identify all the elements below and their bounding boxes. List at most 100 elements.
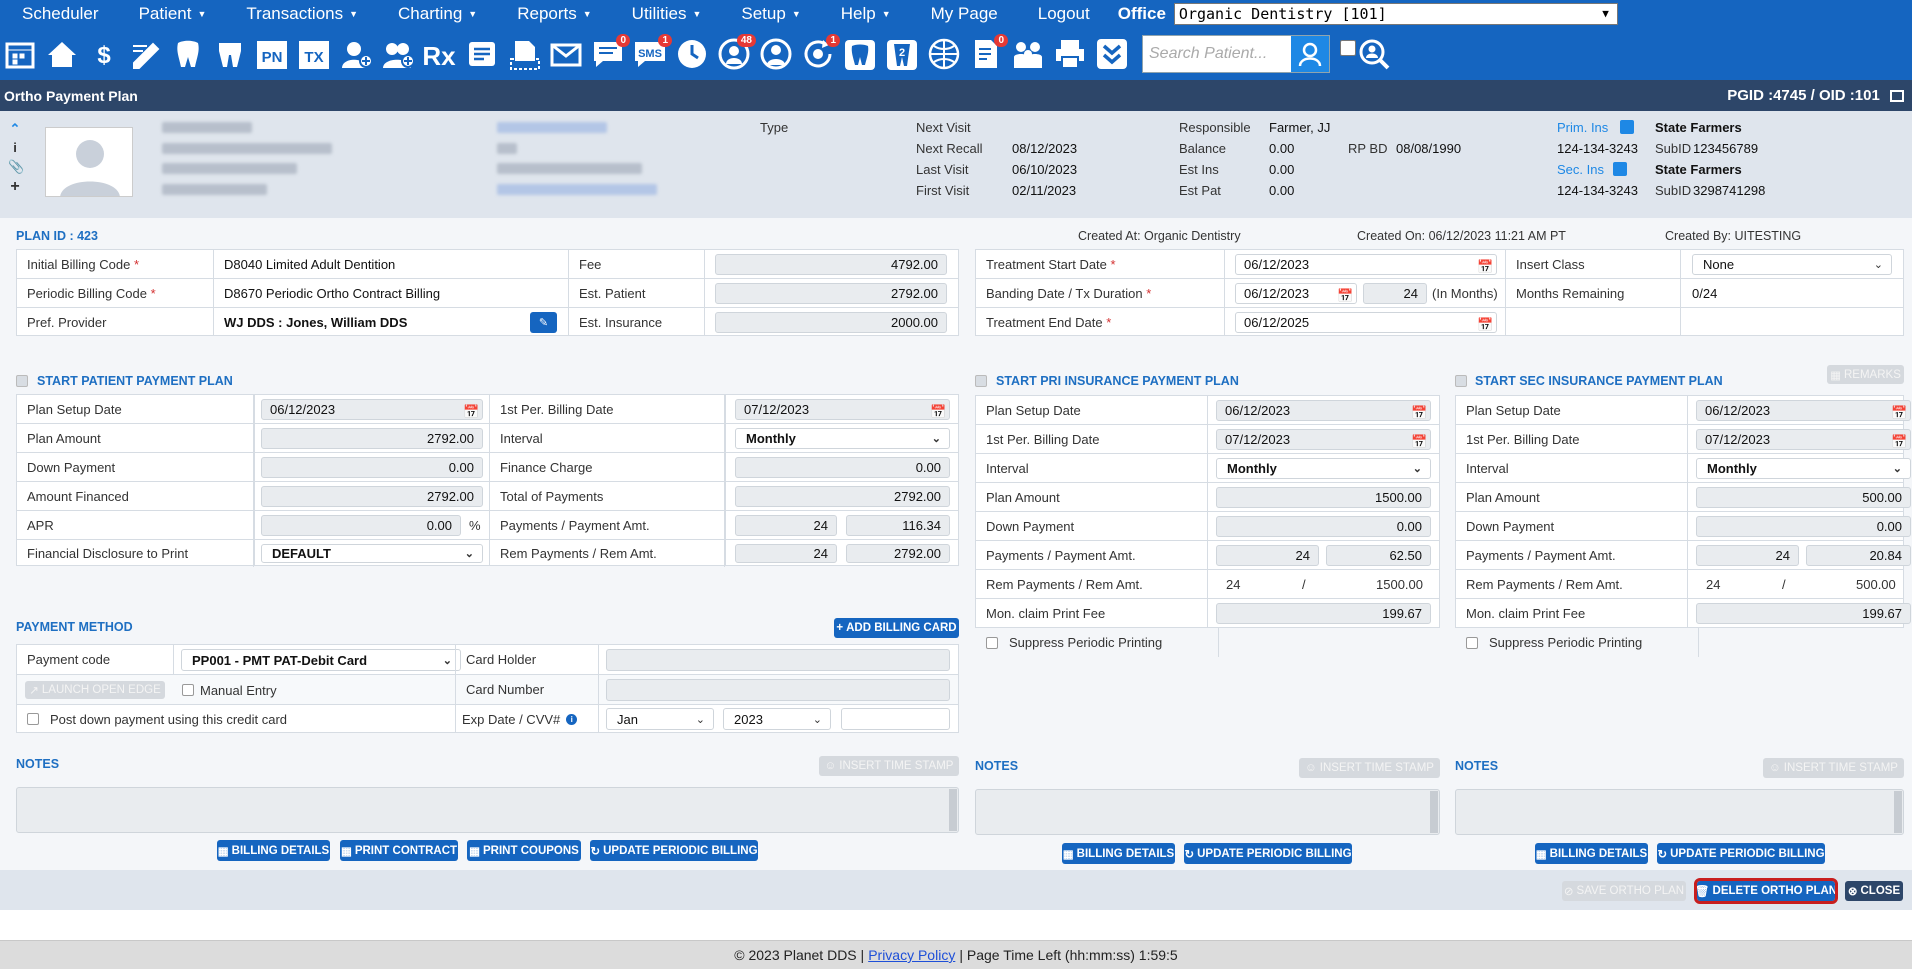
- interval-select[interactable]: Monthly ⌄: [735, 428, 950, 449]
- plus-icon[interactable]: +: [8, 178, 22, 197]
- down-payment-input[interactable]: 0.00: [1696, 516, 1911, 537]
- update-periodic-billing-button[interactable]: ↻ UPDATE PERIODIC BILLING: [590, 840, 758, 861]
- sms-icon[interactable]: SMS 1: [632, 34, 672, 74]
- payments-count-input[interactable]: 24: [1216, 545, 1319, 566]
- nav-item-utilities[interactable]: Utilities ▼: [610, 0, 720, 28]
- close-button[interactable]: ⊗ CLOSE: [1845, 881, 1903, 901]
- periodic-billing-value[interactable]: D8670 Periodic Ortho Contract Billing: [214, 279, 569, 307]
- disclosure-select[interactable]: DEFAULT ⌄: [261, 544, 483, 563]
- family-icon[interactable]: [1010, 34, 1046, 74]
- add-billing-card-button[interactable]: + ADD BILLING CARD: [834, 618, 959, 638]
- est-insurance-input[interactable]: 2000.00: [715, 312, 947, 333]
- interval-select[interactable]: Monthly ⌄: [1696, 458, 1911, 479]
- nav-item-scheduler[interactable]: Scheduler: [0, 0, 117, 28]
- claim-fee-input[interactable]: 199.67: [1696, 603, 1911, 624]
- print-coupons-button[interactable]: ▦ PRINT COUPONS: [467, 840, 581, 861]
- paperclip-icon[interactable]: 📎: [8, 159, 24, 178]
- sec-notes-textarea[interactable]: [1455, 789, 1904, 835]
- print-contract-button[interactable]: ▦ PRINT CONTRACT: [340, 840, 458, 861]
- est-patient-input[interactable]: 2792.00: [715, 283, 947, 304]
- payment-code-select[interactable]: PP001 - PMT PAT-Debit Card ⌄: [181, 649, 461, 671]
- chevron-up-icon[interactable]: ⌃: [8, 121, 22, 140]
- tooth-icon[interactable]: [170, 34, 206, 74]
- dollar-transfer-icon[interactable]: $: [86, 34, 122, 74]
- calendar-icon[interactable]: 📅: [1477, 259, 1493, 274]
- office-select[interactable]: Organic Dentistry [101] ▼: [1173, 3, 1618, 25]
- insert-class-select[interactable]: None ⌄: [1692, 254, 1892, 275]
- home-icon[interactable]: [44, 34, 80, 74]
- nav-item-setup[interactable]: Setup ▼: [719, 0, 818, 28]
- patient-insert-time-stamp-button[interactable]: ☺ INSERT TIME STAMP: [819, 756, 959, 776]
- payments-count-input[interactable]: 24: [1696, 545, 1799, 566]
- calendar-icon[interactable]: 📅: [1477, 317, 1493, 332]
- save-ortho-plan-button[interactable]: ⊘ SAVE ORTHO PLAN: [1562, 881, 1686, 901]
- post-down-checkbox[interactable]: [27, 713, 39, 725]
- calendar-icon[interactable]: 📅: [1411, 434, 1427, 449]
- launch-open-edge-button[interactable]: ↗ LAUNCH OPEN EDGE: [25, 681, 165, 699]
- document-print-icon[interactable]: [506, 34, 542, 74]
- card-holder-input[interactable]: [606, 649, 950, 671]
- plan-amount-input[interactable]: 1500.00: [1216, 487, 1431, 508]
- support-icon[interactable]: [758, 34, 794, 74]
- sec-ins-link[interactable]: Sec. Ins: [1557, 162, 1604, 177]
- calendar-icon[interactable]: [2, 34, 38, 74]
- suppress-printing-checkbox[interactable]: [986, 637, 998, 649]
- remarks-button[interactable]: ▦ REMARKS: [1827, 365, 1904, 384]
- edit-provider-button[interactable]: ✎: [530, 312, 557, 333]
- nav-item-charting[interactable]: Charting ▼: [376, 0, 495, 28]
- manual-entry-checkbox[interactable]: [182, 684, 194, 696]
- setup-date-input[interactable]: 06/12/2023 📅: [1696, 400, 1911, 421]
- exp-month-select[interactable]: Jan ⌄: [606, 708, 714, 730]
- refresh-alert-icon[interactable]: 1: [800, 34, 840, 74]
- sec-ins-edit-icon[interactable]: [1613, 162, 1627, 176]
- payment-amt-input[interactable]: 116.34: [846, 515, 950, 536]
- plan-amount-input[interactable]: 2792.00: [261, 428, 483, 449]
- apr-input[interactable]: 0.00: [261, 515, 461, 536]
- first-billing-input[interactable]: 07/12/2023 📅: [1696, 429, 1911, 450]
- plan-amount-input[interactable]: 500.00: [1696, 487, 1911, 508]
- prim-ins-edit-icon[interactable]: [1620, 120, 1634, 134]
- calendar-icon[interactable]: 📅: [1337, 288, 1353, 303]
- card-number-input[interactable]: [606, 679, 950, 701]
- sec-insert-time-stamp-button[interactable]: ☺ INSERT TIME STAMP: [1763, 758, 1904, 778]
- printer-icon[interactable]: [1052, 34, 1088, 74]
- calendar-icon[interactable]: 📅: [1411, 405, 1427, 420]
- search-option-checkbox[interactable]: [1340, 40, 1356, 56]
- calendar-icon[interactable]: 📅: [1891, 434, 1907, 449]
- pri-billing-details-button[interactable]: ▦ BILLING DETAILS: [1062, 843, 1175, 864]
- search-user-icon[interactable]: [1291, 36, 1329, 72]
- nav-item-help[interactable]: Help ▼: [819, 0, 909, 28]
- exp-year-select[interactable]: 2023 ⌄: [723, 708, 831, 730]
- start-pri-plan-checkbox[interactable]: [975, 375, 987, 387]
- rem-amt-input[interactable]: 2792.00: [846, 544, 950, 563]
- start-sec-plan-checkbox[interactable]: [1455, 375, 1467, 387]
- tx-icon[interactable]: TX: [296, 34, 332, 74]
- setup-date-input[interactable]: 06/12/2023 📅: [1216, 400, 1431, 421]
- rem-payments-input[interactable]: 24: [735, 544, 837, 563]
- nav-item-patient[interactable]: Patient ▼: [117, 0, 225, 28]
- pri-update-periodic-billing-button[interactable]: ↻ UPDATE PERIODIC BILLING: [1184, 843, 1352, 864]
- tooth-card-icon[interactable]: [842, 34, 878, 74]
- tx-end-input[interactable]: 06/12/2025 📅: [1235, 312, 1497, 333]
- first-billing-input[interactable]: 07/12/2023 📅: [735, 399, 950, 420]
- claim-fee-input[interactable]: 199.67: [1216, 603, 1431, 624]
- payments-count-input[interactable]: 24: [735, 515, 837, 536]
- suppress-printing-checkbox[interactable]: [1466, 637, 1478, 649]
- patient-notes-textarea[interactable]: [16, 787, 959, 833]
- rx-icon[interactable]: Rx: [422, 34, 458, 74]
- nav-item-reports[interactable]: Reports ▼: [495, 0, 609, 28]
- initial-billing-value[interactable]: D8040 Limited Adult Dentition: [214, 250, 569, 278]
- interval-select[interactable]: Monthly ⌄: [1216, 458, 1431, 479]
- info-icon[interactable]: i: [566, 713, 578, 725]
- group-search-icon[interactable]: [1356, 34, 1392, 74]
- download-chevron-icon[interactable]: [1094, 34, 1130, 74]
- pn-icon[interactable]: PN: [254, 34, 290, 74]
- privacy-policy-link[interactable]: Privacy Policy: [868, 947, 955, 963]
- add-person-icon[interactable]: [338, 34, 374, 74]
- check-doc-icon[interactable]: 0: [968, 34, 1008, 74]
- tooth-2-icon[interactable]: 2: [884, 34, 920, 74]
- finance-charge-input[interactable]: 0.00: [735, 457, 950, 478]
- delete-ortho-plan-button[interactable]: 🗑 DELETE ORTHO PLAN: [1694, 878, 1838, 904]
- search-patient-input[interactable]: Search Patient...: [1142, 35, 1330, 73]
- calendar-icon[interactable]: 📅: [1891, 405, 1907, 420]
